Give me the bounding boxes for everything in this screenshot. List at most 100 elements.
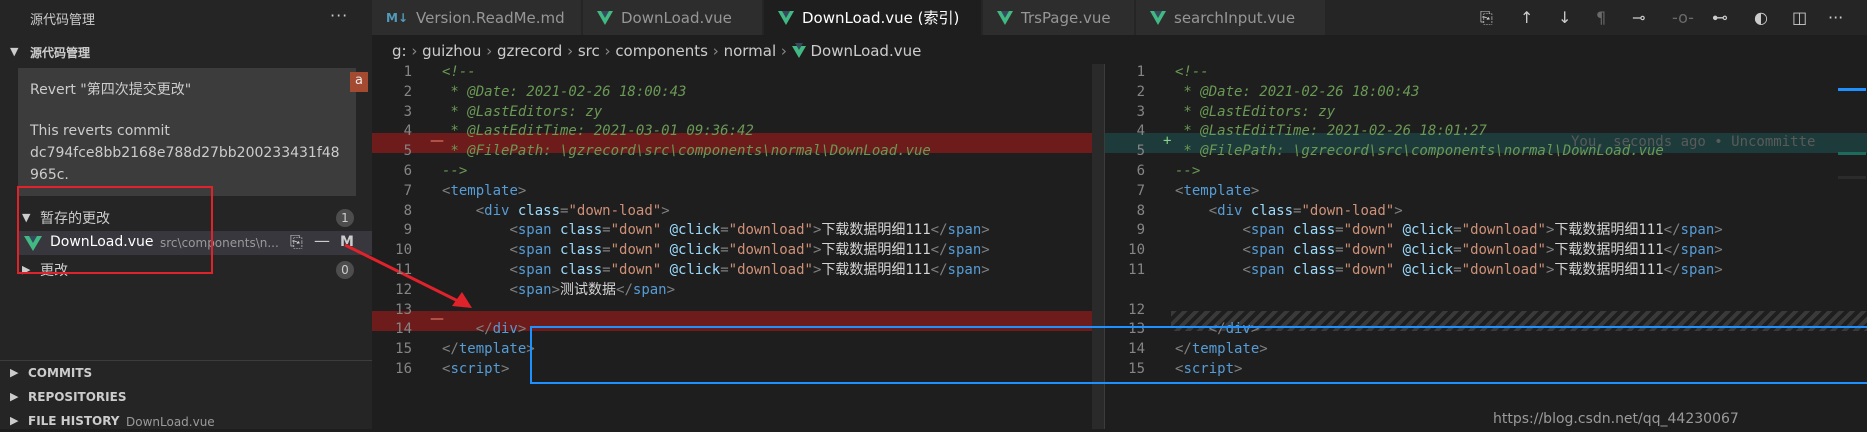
line-number: 4	[403, 123, 412, 140]
unstage-icon[interactable]: —	[314, 231, 330, 250]
code-line: <span class="down" @click="download">下载数…	[509, 222, 990, 239]
tab-bar: M↓ Version.ReadMe.md DownLoad.vue DownLo…	[372, 0, 1867, 35]
git-commit-next-icon[interactable]: ⊷	[1712, 8, 1728, 27]
line-number: 16	[395, 361, 412, 377]
chevron-down-icon: ▼	[10, 45, 19, 58]
overview-ruler-mark	[1838, 176, 1866, 179]
line-number: 10	[395, 242, 412, 259]
breadcrumb: g: › guizhou › gzrecord › src › componen…	[392, 42, 922, 60]
line-number: 9	[403, 222, 412, 239]
breadcrumb-item[interactable]: guizhou	[422, 42, 481, 60]
line-number: 5	[403, 143, 412, 160]
code-line: <!--	[1175, 64, 1209, 80]
line-number: 14	[395, 321, 412, 338]
breadcrumb-item[interactable]: gzrecord	[497, 42, 562, 60]
vue-icon	[997, 10, 1013, 25]
tab-download-index[interactable]: DownLoad.vue (索引)	[764, 0, 982, 35]
tab-label: DownLoad.vue	[621, 8, 732, 27]
scm-section-label: 源代码管理	[30, 46, 91, 60]
line-number: 1	[403, 64, 412, 80]
line-number: 2	[403, 83, 412, 100]
breadcrumb-file[interactable]: DownLoad.vue	[810, 42, 921, 60]
line-number: 12	[395, 281, 412, 298]
code-line: <div class="down-load">	[1208, 202, 1403, 219]
vue-icon	[778, 10, 794, 25]
line-number: 7	[403, 182, 412, 199]
deleted-marker: —	[430, 133, 444, 149]
breadcrumb-item[interactable]: g:	[392, 42, 407, 60]
code-line: -->	[442, 163, 468, 179]
divider	[0, 360, 372, 361]
split-editor-icon[interactable]: ◫	[1792, 8, 1807, 27]
commit-line-1: Revert "第四次提交更改"	[30, 82, 192, 98]
file-history-label: FILE HISTORY	[28, 414, 120, 428]
repositories-section[interactable]: ▶ REPOSITORIES	[0, 386, 372, 408]
commit-line-3: This reverts commit	[30, 123, 170, 139]
tab-label: TrsPage.vue	[1021, 8, 1111, 27]
code-line: <span class="down" @click="download">下载数…	[1242, 222, 1723, 239]
scm-section-header[interactable]: ▼ 源代码管理	[0, 41, 372, 63]
ellipsis-icon[interactable]: ···	[330, 6, 348, 25]
commits-label: COMMITS	[28, 366, 93, 380]
sidebar-header: 源代码管理 ···	[0, 0, 372, 35]
line-number: 8	[403, 202, 412, 219]
code-line: * @LastEditTime: 2021-03-01 09:36:42	[442, 123, 754, 140]
tab-download[interactable]: DownLoad.vue	[583, 0, 763, 35]
chevron-right-icon: ▶	[10, 366, 19, 379]
chevron-right-icon: ▶	[10, 414, 19, 427]
tab-searchinput[interactable]: searchInput.vue	[1136, 0, 1326, 35]
pilcrow-icon[interactable]: ¶	[1596, 8, 1606, 27]
code-line: <!--	[442, 64, 476, 80]
line-number: 3	[1136, 103, 1145, 120]
code-line: <span class="down" @click="download">下载数…	[1242, 262, 1723, 278]
file-history-subtitle: DownLoad.vue	[126, 415, 215, 429]
line-number: 4	[1136, 123, 1145, 140]
code-line: * @FilePath: \gzrecord\src\components\no…	[442, 143, 931, 160]
code-line: </template>	[442, 341, 535, 358]
code-line: * @Date: 2021-02-26 18:00:43	[1175, 83, 1420, 100]
arrow-up-icon[interactable]: ↑	[1520, 8, 1533, 27]
open-file-icon[interactable]: ⎘	[290, 232, 303, 252]
commit-message-input[interactable]: Revert "第四次提交更改" This reverts commit dc7…	[18, 68, 356, 196]
line-number: 7	[1136, 182, 1145, 199]
code-line: </div>	[475, 321, 527, 338]
breadcrumb-item[interactable]: normal	[724, 42, 777, 60]
code-line: <div class="down-load">	[475, 202, 670, 219]
line-number: 11	[1128, 262, 1145, 278]
git-commit-icon[interactable]: -o-	[1672, 8, 1694, 27]
markdown-icon: M↓	[386, 10, 408, 25]
code-line: <span class="down" @click="download">下载数…	[1242, 242, 1723, 259]
line-number: 13	[395, 301, 412, 318]
line-number: 5	[1136, 143, 1145, 160]
line-number-gutter: 1 2 3 4 5 6 7 8 9 10 11 12 13 14 15 16	[372, 64, 432, 429]
breadcrumb-item[interactable]: src	[578, 42, 600, 60]
more-actions-icon[interactable]: ···	[1828, 8, 1843, 27]
git-commit-prev-icon[interactable]: ⊸	[1632, 8, 1645, 27]
timeline-icon[interactable]: ◐	[1754, 8, 1768, 27]
open-file-icon[interactable]: ⎘	[1480, 8, 1493, 28]
line-number: 11	[395, 262, 412, 278]
deleted-marker: —	[430, 311, 444, 327]
tab-label: searchInput.vue	[1174, 8, 1296, 27]
tab-trspage[interactable]: TrsPage.vue	[983, 0, 1135, 35]
line-number: 10	[1128, 242, 1145, 259]
code-line: * @Date: 2021-02-26 18:00:43	[442, 83, 687, 100]
code-line: * @LastEditors: zy	[1175, 103, 1336, 120]
added-marker: +	[1163, 133, 1172, 149]
git-blame-annotation: You, seconds ago • Uncommitte	[1571, 134, 1816, 150]
breadcrumb-item[interactable]: components	[615, 42, 708, 60]
line-number: 6	[403, 163, 412, 179]
code-line: <span class="down" @click="download">下载数…	[509, 242, 990, 259]
repositories-label: REPOSITORIES	[28, 390, 127, 404]
line-number: 3	[403, 103, 412, 120]
line-number: 9	[1136, 222, 1145, 239]
tab-version-readme[interactable]: M↓ Version.ReadMe.md	[372, 0, 582, 35]
commits-section[interactable]: ▶ COMMITS	[0, 362, 372, 384]
line-number: 6	[1136, 163, 1145, 179]
line-number: 12	[1128, 301, 1145, 318]
sidebar-title: 源代码管理	[30, 13, 96, 28]
overview-ruler-mark	[1838, 152, 1866, 155]
line-number: 8	[1136, 202, 1145, 219]
code-line: * @LastEditors: zy	[442, 103, 603, 120]
arrow-down-icon[interactable]: ↓	[1558, 8, 1571, 27]
